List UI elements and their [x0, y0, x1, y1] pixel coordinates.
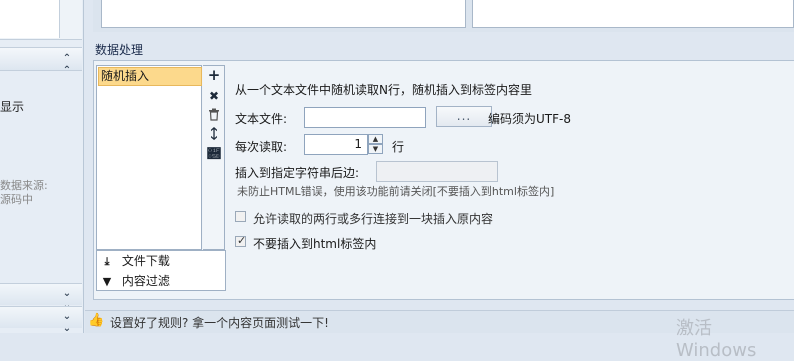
- list-item[interactable]: 随机插入: [98, 67, 202, 86]
- left-footer-1[interactable]: ⌄⌄: [0, 283, 82, 311]
- file-path-input[interactable]: [304, 107, 426, 128]
- left-label-source-line2: 源码中: [0, 193, 33, 206]
- top-text-area-left[interactable]: [101, 0, 466, 28]
- chevron-up-icon[interactable]: ⌃ ⌃: [60, 53, 74, 77]
- description: 从一个文本文件中随机读取N行，随机插入到标签内容里: [235, 83, 532, 97]
- merge-checkbox[interactable]: [235, 211, 246, 222]
- top-text-area-right[interactable]: [472, 0, 794, 28]
- read-count-input[interactable]: 1: [304, 134, 368, 155]
- left-top-box: [0, 0, 60, 38]
- read-unit: 行: [392, 140, 405, 154]
- file-label: 文本文件:: [235, 112, 288, 126]
- add-icon[interactable]: +: [206, 67, 222, 83]
- group-title: 数据处理: [95, 43, 144, 57]
- thumbs-up-icon: 👍: [88, 313, 105, 328]
- no-html-label: 不要插入到html标签内: [253, 237, 377, 251]
- delete-icon[interactable]: ✖: [206, 88, 222, 104]
- insert-after-label: 插入到指定字符串后边:: [235, 166, 360, 180]
- tab-file-download[interactable]: ⤓ 文件下载: [100, 252, 170, 270]
- left-label-source: 数据来源: 源码中: [0, 179, 48, 207]
- read-label: 每次读取:: [235, 140, 288, 154]
- processing-list[interactable]: [96, 65, 202, 250]
- tab-label: 文件下载: [121, 254, 170, 268]
- left-label-source-line1: 数据来源:: [0, 179, 48, 192]
- move-up-icon[interactable]: 🡙: [206, 127, 222, 143]
- no-html-checkbox[interactable]: [235, 234, 246, 247]
- left-label-display: 显示: [0, 100, 25, 114]
- spin-down-button[interactable]: ▼: [368, 144, 383, 154]
- insert-after-input[interactable]: [376, 161, 498, 182]
- left-footer-2[interactable]: ⌄ ⌄: [0, 306, 82, 334]
- filter-icon: ▼: [102, 275, 112, 288]
- download-icon: ⤓: [104, 255, 110, 268]
- spin-up-button[interactable]: ▲: [368, 134, 383, 144]
- browse-button[interactable]: ...: [436, 106, 492, 127]
- warning-hint: 未防止HTML错误，使用该功能前请关闭[不要插入到html标签内]: [237, 185, 555, 198]
- chevron-down-icon[interactable]: ⌄⌄: [60, 311, 74, 335]
- merge-label: 允许读取的两行或多行连接到一块插入原内容: [253, 212, 494, 226]
- footer-hint[interactable]: 设置好了规则? 拿一个内容页面测试一下!: [110, 314, 329, 331]
- move-down-icon[interactable]: 🡛: [206, 147, 222, 163]
- tab-label: 内容过滤: [121, 274, 170, 288]
- tab-content-filter[interactable]: ▼ 内容过滤: [100, 272, 170, 290]
- activation-watermark: 激活 Windows: [676, 318, 757, 361]
- trash-icon[interactable]: [206, 108, 222, 124]
- left-section-header[interactable]: ⌃ ⌃: [0, 47, 82, 76]
- encoding-note: 编码须为UTF-8: [488, 112, 571, 126]
- trash-icon-svg: [209, 108, 219, 121]
